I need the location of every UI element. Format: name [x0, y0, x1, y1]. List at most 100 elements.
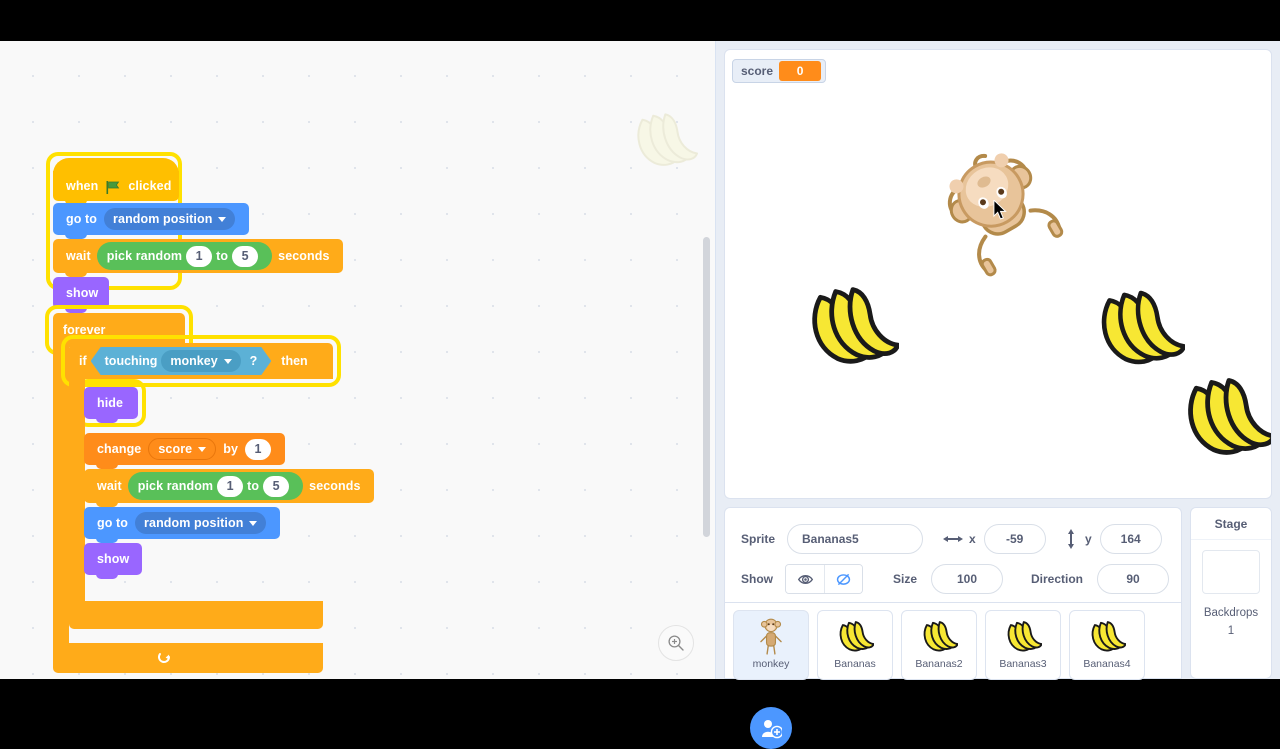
block-go-to-random-position-1[interactable]: go to random position	[53, 203, 250, 239]
sprite-card-bananas[interactable]: Bananas	[817, 610, 893, 680]
sprite-card-monkey[interactable]: monkey	[733, 610, 809, 680]
banana-sprite-right[interactable]	[1093, 285, 1185, 371]
go-to-target-dropdown[interactable]: random position	[104, 208, 236, 230]
show-label: Show	[741, 572, 773, 586]
loop-arrow-icon	[158, 653, 170, 663]
chevron-down-icon	[218, 216, 227, 222]
if-header[interactable]: if touching monkey ? then	[69, 343, 333, 379]
eye-crossed-icon	[836, 573, 851, 585]
sprite-size-row: Size 100	[893, 564, 1004, 594]
banana-sprite-left[interactable]	[803, 282, 899, 370]
sprite-card-label: Bananas4	[1083, 658, 1131, 670]
scratch-editor: when clicked go to random position wait …	[0, 41, 1280, 749]
seconds-label: seconds	[309, 479, 361, 493]
add-sprite-icon	[762, 720, 782, 739]
chevron-down-icon	[198, 446, 207, 452]
operator-pick-random-2[interactable]: pick random 1 to 5	[127, 472, 304, 500]
pick-random-from-input[interactable]: 1	[186, 245, 213, 267]
stage[interactable]: score 0	[724, 49, 1272, 499]
zoom-in-button[interactable]	[658, 625, 694, 661]
sprite-card-bananas2[interactable]: Bananas2	[901, 610, 977, 680]
workspace-watermark-banana-icon	[637, 113, 698, 166]
sprite-name-row: Sprite Bananas5	[741, 524, 924, 554]
block-change-score-by[interactable]: change score by 1	[84, 433, 286, 469]
size-input[interactable]: 100	[931, 564, 1004, 594]
block-when-flag-clicked[interactable]: when clicked	[53, 158, 179, 205]
variable-name-value: score	[158, 442, 193, 456]
block-show-1[interactable]: show	[53, 277, 109, 313]
touching-target-value: monkey	[170, 354, 218, 368]
touching-target-dropdown[interactable]: monkey	[161, 350, 240, 372]
sprite-thumbnail	[918, 615, 960, 657]
change-amount-input[interactable]: 1	[245, 438, 272, 460]
variable-monitor-score[interactable]: score 0	[732, 59, 827, 83]
block-notch	[96, 462, 118, 469]
block-wait-pick-random-1[interactable]: wait pick random 1 to 5 seconds	[53, 239, 343, 277]
green-flag-icon	[106, 180, 120, 194]
sprite-name-input[interactable]: Bananas5	[787, 524, 924, 554]
banana-sprite-corner[interactable]	[1179, 372, 1272, 462]
y-input[interactable]: 164	[1099, 524, 1162, 554]
stage-selector-panel[interactable]: Stage Backdrops 1	[1190, 507, 1272, 679]
go-to-label: go to	[66, 212, 98, 226]
pick-random-to-input[interactable]: 5	[232, 245, 259, 267]
y-label: y	[1085, 532, 1092, 546]
operator-pick-random-1[interactable]: pick random 1 to 5	[96, 242, 273, 270]
y-axis-icon	[1068, 529, 1074, 549]
sprite-x-row: x -59	[943, 524, 1046, 554]
block-notch	[96, 572, 118, 579]
stage-selector-title: Stage	[1191, 508, 1271, 540]
pick-random-label: pick random	[106, 249, 183, 263]
pick-random-from-input[interactable]: 1	[217, 475, 244, 497]
bananas-icon	[1007, 620, 1042, 651]
clicked-label: clicked	[128, 179, 172, 193]
seconds-label: seconds	[278, 249, 330, 263]
bananas-icon	[923, 620, 958, 651]
if-left-arm	[69, 379, 85, 601]
when-label: when	[66, 179, 99, 193]
block-notch	[96, 536, 118, 543]
code-workspace[interactable]: when clicked go to random position wait …	[0, 41, 716, 679]
go-to-label: go to	[97, 516, 129, 530]
sprite-list[interactable]: monkey Bananas Bananas2 Bananas3 Bananas…	[724, 603, 1182, 680]
visibility-toggle-group[interactable]	[785, 564, 863, 594]
hide-label: hide	[97, 396, 124, 410]
mouse-cursor	[993, 200, 1007, 220]
forever-label: forever	[63, 323, 106, 337]
sprite-thumbnail	[834, 615, 876, 657]
show-visible-button[interactable]	[786, 565, 824, 593]
workspace-vertical-scrollbar[interactable]	[703, 237, 710, 537]
stage-backdrop-thumbnail[interactable]	[1202, 550, 1260, 594]
wait-label: wait	[66, 249, 91, 263]
direction-input[interactable]: 90	[1097, 564, 1170, 594]
eye-icon	[797, 574, 813, 584]
sprite-thumbnail	[1086, 615, 1128, 657]
show-hidden-button[interactable]	[824, 565, 862, 593]
question-mark-label: ?	[249, 354, 258, 368]
monkey-icon	[760, 618, 782, 655]
block-show-2[interactable]: show	[84, 543, 142, 579]
block-wait-pick-random-2[interactable]: wait pick random 1 to 5 seconds	[84, 469, 374, 507]
block-notch	[65, 270, 87, 277]
monitor-value: 0	[779, 61, 822, 81]
forever-left-arm	[53, 347, 69, 643]
condition-touching[interactable]: touching monkey ?	[91, 347, 272, 375]
monitor-label: score	[741, 64, 774, 78]
variable-dropdown[interactable]: score	[148, 438, 217, 460]
sprite-card-bananas4[interactable]: Bananas4	[1069, 610, 1145, 680]
pick-random-to-input[interactable]: 5	[263, 475, 290, 497]
sprite-card-bananas3[interactable]: Bananas3	[985, 610, 1061, 680]
zoom-in-icon	[668, 635, 684, 651]
go-to-target-dropdown[interactable]: random position	[135, 512, 267, 534]
wait-label: wait	[97, 479, 122, 493]
show-label: show	[66, 286, 99, 300]
block-go-to-random-position-2[interactable]: go to random position	[84, 507, 281, 543]
block-hide[interactable]: hide	[84, 387, 138, 423]
if-label: if	[79, 354, 87, 368]
stage-and-sprite-column: score 0 Sprite Bananas5 x -59 y 164 Show…	[716, 41, 1280, 749]
backdrops-label: Backdrops	[1203, 607, 1259, 619]
workspace-horizontal-scrollbar[interactable]	[46, 665, 346, 672]
x-input[interactable]: -59	[983, 524, 1046, 554]
block-notch	[96, 416, 118, 423]
add-sprite-button[interactable]	[750, 707, 792, 749]
